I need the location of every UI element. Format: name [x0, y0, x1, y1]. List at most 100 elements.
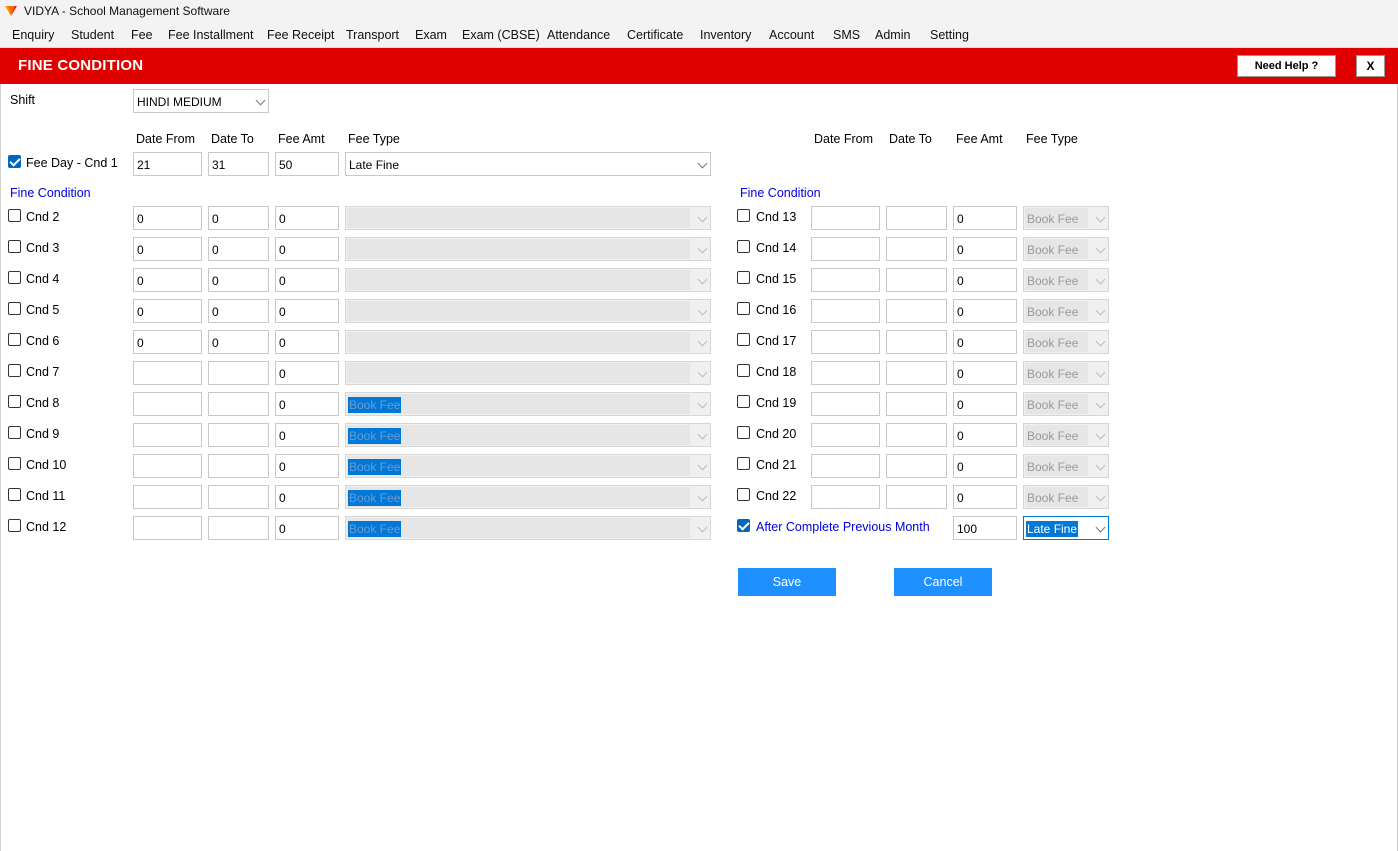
- cnd-fee-type-select[interactable]: Book Fee: [1023, 392, 1109, 416]
- cnd-date-to-input[interactable]: [886, 330, 947, 354]
- cnd-fee-type-select[interactable]: Book Fee: [1023, 330, 1109, 354]
- cnd-checkbox[interactable]: [8, 488, 21, 501]
- cnd-checkbox[interactable]: [737, 271, 750, 284]
- cnd-checkbox[interactable]: [8, 302, 21, 315]
- cnd-fee-type-select[interactable]: [345, 206, 711, 230]
- shift-select[interactable]: HINDI MEDIUM: [133, 89, 269, 113]
- cnd-fee-type-select[interactable]: [345, 330, 711, 354]
- menu-fee[interactable]: Fee: [131, 28, 153, 42]
- cnd-date-to-input[interactable]: 0: [208, 237, 269, 261]
- menu-exam[interactable]: Exam: [415, 28, 447, 42]
- cnd-date-to-input[interactable]: [886, 299, 947, 323]
- cnd-checkbox[interactable]: [737, 302, 750, 315]
- cnd-checkbox[interactable]: [737, 333, 750, 346]
- cnd-date-to-input[interactable]: [208, 423, 269, 447]
- cnd-checkbox[interactable]: [8, 271, 21, 284]
- cnd-fee-amt-input[interactable]: 0: [275, 206, 339, 230]
- cnd-date-from-input[interactable]: [133, 361, 202, 385]
- cnd-date-from-input[interactable]: [811, 268, 880, 292]
- after-month-checkbox[interactable]: [737, 519, 750, 532]
- cnd-checkbox[interactable]: [737, 209, 750, 222]
- cnd-date-from-input[interactable]: 0: [133, 237, 202, 261]
- need-help-button[interactable]: Need Help ?: [1237, 55, 1336, 77]
- cnd-fee-type-select[interactable]: Book Fee: [1023, 485, 1109, 509]
- cnd1-fee-amt-input[interactable]: 50: [275, 152, 339, 176]
- close-button[interactable]: X: [1356, 55, 1385, 77]
- cnd-date-from-input[interactable]: [811, 454, 880, 478]
- menu-fee-receipt[interactable]: Fee Receipt: [267, 28, 334, 42]
- cnd-date-to-input[interactable]: [886, 423, 947, 447]
- cnd-fee-type-select[interactable]: Book Fee: [1023, 268, 1109, 292]
- cnd-date-to-input[interactable]: [886, 237, 947, 261]
- cnd-checkbox[interactable]: [737, 426, 750, 439]
- cnd-fee-amt-input[interactable]: 0: [953, 485, 1017, 509]
- cnd-date-to-input[interactable]: [886, 206, 947, 230]
- cnd-fee-type-select[interactable]: Book Fee: [345, 454, 711, 478]
- cnd-date-from-input[interactable]: [133, 516, 202, 540]
- cnd-checkbox[interactable]: [737, 240, 750, 253]
- cnd-date-from-input[interactable]: [133, 454, 202, 478]
- cnd-fee-amt-input[interactable]: 0: [953, 330, 1017, 354]
- cnd-fee-amt-input[interactable]: 0: [275, 268, 339, 292]
- cnd-checkbox[interactable]: [8, 209, 21, 222]
- cnd-fee-type-select[interactable]: Book Fee: [345, 485, 711, 509]
- cnd-checkbox[interactable]: [8, 519, 21, 532]
- cancel-button[interactable]: Cancel: [894, 568, 992, 596]
- cnd-date-to-input[interactable]: [886, 268, 947, 292]
- cnd-date-to-input[interactable]: 0: [208, 330, 269, 354]
- cnd-fee-amt-input[interactable]: 0: [953, 206, 1017, 230]
- cnd-date-to-input[interactable]: 0: [208, 299, 269, 323]
- cnd-fee-amt-input[interactable]: 0: [953, 423, 1017, 447]
- menu-enquiry[interactable]: Enquiry: [12, 28, 54, 42]
- cnd-fee-type-select[interactable]: Book Fee: [345, 392, 711, 416]
- menu-transport[interactable]: Transport: [346, 28, 399, 42]
- cnd-date-to-input[interactable]: [208, 516, 269, 540]
- cnd-fee-amt-input[interactable]: 0: [953, 392, 1017, 416]
- cnd-date-to-input[interactable]: [886, 485, 947, 509]
- menu-sms[interactable]: SMS: [833, 28, 860, 42]
- cnd-date-from-input[interactable]: [133, 423, 202, 447]
- cnd-fee-amt-input[interactable]: 0: [953, 454, 1017, 478]
- menu-setting[interactable]: Setting: [930, 28, 969, 42]
- cnd-date-to-input[interactable]: 0: [208, 206, 269, 230]
- cnd-fee-type-select[interactable]: [345, 237, 711, 261]
- menu-admin[interactable]: Admin: [875, 28, 910, 42]
- cnd-fee-amt-input[interactable]: 0: [953, 237, 1017, 261]
- cnd-date-to-input[interactable]: [208, 485, 269, 509]
- cnd-fee-type-select[interactable]: Book Fee: [1023, 454, 1109, 478]
- cnd-fee-amt-input[interactable]: 0: [275, 299, 339, 323]
- cnd-date-from-input[interactable]: 0: [133, 206, 202, 230]
- cnd1-checkbox[interactable]: [8, 155, 21, 168]
- menu-exam-cbse[interactable]: Exam (CBSE): [462, 28, 540, 42]
- cnd-date-from-input[interactable]: [811, 392, 880, 416]
- menu-attendance[interactable]: Attendance: [547, 28, 610, 42]
- cnd-date-from-input[interactable]: 0: [133, 268, 202, 292]
- after-month-fee-amt-input[interactable]: 100: [953, 516, 1017, 540]
- cnd-date-to-input[interactable]: 0: [208, 268, 269, 292]
- cnd-date-from-input[interactable]: 0: [133, 299, 202, 323]
- cnd-date-from-input[interactable]: [811, 330, 880, 354]
- cnd-fee-amt-input[interactable]: 0: [275, 454, 339, 478]
- cnd-fee-type-select[interactable]: Book Fee: [345, 516, 711, 540]
- cnd-checkbox[interactable]: [737, 364, 750, 377]
- cnd-checkbox[interactable]: [8, 426, 21, 439]
- cnd1-date-from-input[interactable]: 21: [133, 152, 202, 176]
- cnd-date-to-input[interactable]: [886, 454, 947, 478]
- cnd-date-from-input[interactable]: [811, 361, 880, 385]
- cnd-fee-type-select[interactable]: Book Fee: [1023, 237, 1109, 261]
- menu-student[interactable]: Student: [71, 28, 114, 42]
- cnd-fee-amt-input[interactable]: 0: [953, 361, 1017, 385]
- cnd-fee-amt-input[interactable]: 0: [275, 237, 339, 261]
- cnd-checkbox[interactable]: [8, 395, 21, 408]
- cnd-checkbox[interactable]: [737, 395, 750, 408]
- cnd-fee-type-select[interactable]: Book Fee: [345, 423, 711, 447]
- cnd-fee-type-select[interactable]: [345, 299, 711, 323]
- cnd-fee-type-select[interactable]: Book Fee: [1023, 423, 1109, 447]
- cnd-fee-amt-input[interactable]: 0: [953, 268, 1017, 292]
- cnd1-fee-type-select[interactable]: Late Fine: [345, 152, 711, 176]
- cnd-date-from-input[interactable]: [133, 485, 202, 509]
- cnd-fee-amt-input[interactable]: 0: [275, 423, 339, 447]
- cnd-checkbox[interactable]: [8, 364, 21, 377]
- cnd1-date-to-input[interactable]: 31: [208, 152, 269, 176]
- cnd-date-to-input[interactable]: [208, 454, 269, 478]
